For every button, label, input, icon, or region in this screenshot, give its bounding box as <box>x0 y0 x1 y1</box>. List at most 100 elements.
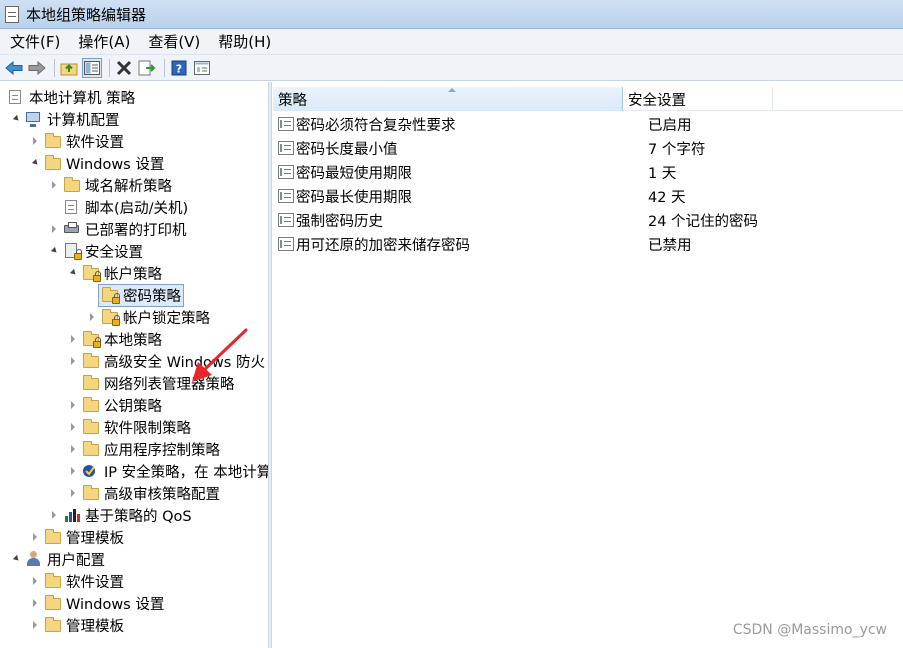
collapsed-arrow-icon[interactable] <box>67 443 79 455</box>
tree-item-software-settings[interactable]: 软件设置 <box>29 130 124 152</box>
selected-node[interactable]: 密码策略 <box>98 283 184 307</box>
pane-splitter[interactable] <box>268 82 272 648</box>
tree-item-user-windows-settings[interactable]: Windows 设置 <box>29 592 164 614</box>
collapsed-arrow-icon[interactable] <box>86 311 98 323</box>
tree-item-security-settings[interactable]: 安全设置 <box>48 240 143 262</box>
tree-item-account-lockout-policy[interactable]: 帐户锁定策略 <box>86 306 210 328</box>
tree-item-local-policies[interactable]: 本地策略 <box>67 328 162 350</box>
properties-button[interactable] <box>192 58 212 78</box>
console-tree[interactable]: 本地计算机 策略 计算机配置 软件设置 Windows 设置 域名解析策略 脚本… <box>0 82 268 648</box>
toolbar-separator <box>164 58 165 77</box>
collapsed-arrow-icon[interactable] <box>48 509 60 521</box>
tree-item-label: 管理模板 <box>66 618 124 635</box>
column-header-security-setting[interactable]: 安全设置 <box>623 87 773 111</box>
up-level-button[interactable] <box>59 58 79 78</box>
tree-item-label: 软件设置 <box>66 134 124 151</box>
help-button[interactable]: ? <box>169 58 189 78</box>
policy-list[interactable]: 策略 安全设置 密码必须符合复杂性要求 已启用 密码长度最小值 7 个字符 密码… <box>273 82 903 648</box>
list-row[interactable]: 密码最长使用期限 42 天 <box>273 184 686 208</box>
locked-folder-icon <box>82 265 101 282</box>
expanded-arrow-icon[interactable] <box>67 267 79 279</box>
list-row[interactable]: 密码长度最小值 7 个字符 <box>273 136 705 160</box>
security-settings-icon <box>63 243 82 260</box>
collapsed-arrow-icon[interactable] <box>67 355 79 367</box>
collapsed-arrow-icon[interactable] <box>29 619 41 631</box>
security-setting-value: 已禁用 <box>648 237 692 254</box>
toolbar-separator <box>109 58 110 77</box>
list-row[interactable]: 强制密码历史 24 个记住的密码 <box>273 208 758 232</box>
tree-item-label: Windows 设置 <box>66 596 165 613</box>
tree-item-name-resolution-policy[interactable]: 域名解析策略 <box>48 174 172 196</box>
export-list-button[interactable] <box>137 58 157 78</box>
tree-item-user-software-settings[interactable]: 软件设置 <box>29 570 124 592</box>
column-header-policy[interactable]: 策略 <box>273 87 623 111</box>
delete-button[interactable] <box>114 58 134 78</box>
collapsed-arrow-icon[interactable] <box>67 399 79 411</box>
collapsed-arrow-icon[interactable] <box>29 531 41 543</box>
tree-item-application-control[interactable]: 应用程序控制策略 <box>67 438 220 460</box>
folder-icon <box>44 155 62 171</box>
tree-item-software-restriction[interactable]: 软件限制策略 <box>67 416 191 438</box>
tree-item-label: 密码策略 <box>123 288 181 305</box>
properties-icon <box>194 60 210 75</box>
expanded-arrow-icon[interactable] <box>10 553 22 565</box>
expanded-arrow-icon[interactable] <box>48 245 60 257</box>
tree-item-password-policy[interactable]: 密码策略 <box>86 283 184 307</box>
tree-item-user-configuration[interactable]: 用户配置 <box>10 548 105 570</box>
tree-item-ip-security[interactable]: IP 安全策略，在 本地计算 <box>67 460 268 482</box>
collapsed-arrow-icon[interactable] <box>29 135 41 147</box>
collapsed-arrow-icon[interactable] <box>48 179 60 191</box>
window-title: 本地组策略编辑器 <box>26 5 147 24</box>
tree-item-scripts[interactable]: 脚本(启动/关机) <box>48 196 188 218</box>
tree-item-advanced-audit[interactable]: 高级审核策略配置 <box>67 482 220 504</box>
folder-icon <box>82 485 100 501</box>
tree-item-label: 软件限制策略 <box>104 420 191 437</box>
menu-action[interactable]: 操作(A) <box>68 31 138 52</box>
collapsed-arrow-icon[interactable] <box>29 597 41 609</box>
tree-item-deployed-printers[interactable]: 已部署的打印机 <box>48 218 187 240</box>
collapsed-arrow-icon[interactable] <box>67 421 79 433</box>
list-row[interactable]: 密码最短使用期限 1 天 <box>273 160 676 184</box>
tree-item-label: 用户配置 <box>47 552 105 569</box>
policy-name: 密码最短使用期限 <box>296 165 412 182</box>
list-row[interactable]: 用可还原的加密来储存密码 已禁用 <box>273 232 692 256</box>
forward-button[interactable] <box>27 58 47 78</box>
tree-item-public-key-policies[interactable]: 公钥策略 <box>67 394 162 416</box>
expanded-arrow-icon[interactable] <box>29 157 41 169</box>
collapsed-arrow-icon[interactable] <box>48 223 60 235</box>
menu-file[interactable]: 文件(F) <box>0 31 68 52</box>
svg-text:?: ? <box>176 62 182 75</box>
show-hide-tree-button[interactable] <box>82 57 102 78</box>
menu-help[interactable]: 帮助(H) <box>208 31 279 52</box>
collapsed-arrow-icon[interactable] <box>67 487 79 499</box>
tree-item-admin-templates[interactable]: 管理模板 <box>29 526 124 548</box>
tree-item-local-computer-policy[interactable]: 本地计算机 策略 <box>4 86 135 108</box>
menu-view[interactable]: 查看(V) <box>138 31 208 52</box>
tree-item-label: 基于策略的 QoS <box>85 508 192 525</box>
security-setting-value: 24 个记住的密码 <box>648 213 759 230</box>
policy-name: 强制密码历史 <box>296 213 383 230</box>
tree-item-label: 已部署的打印机 <box>85 222 187 239</box>
tree-item-network-list-manager[interactable]: 网络列表管理器策略 <box>67 372 235 394</box>
tree-item-computer-configuration[interactable]: 计算机配置 <box>10 108 120 130</box>
list-row[interactable]: 密码必须符合复杂性要求 已启用 <box>273 112 692 136</box>
folder-icon <box>82 397 100 413</box>
tree-item-windows-settings[interactable]: Windows 设置 <box>29 152 164 174</box>
up-folder-icon <box>60 63 78 75</box>
tree-item-label: 高级安全 Windows 防火 <box>104 354 265 371</box>
security-setting-value: 42 天 <box>648 189 686 206</box>
tree-item-account-policies[interactable]: 帐户策略 <box>67 262 162 284</box>
tree-item-qos[interactable]: 基于策略的 QoS <box>48 504 192 526</box>
collapsed-arrow-icon[interactable] <box>67 333 79 345</box>
collapsed-arrow-icon[interactable] <box>67 465 79 477</box>
policy-name: 用可还原的加密来储存密码 <box>296 237 470 254</box>
tree-item-label: 本地计算机 策略 <box>29 90 136 107</box>
tree-item-user-admin-templates[interactable]: 管理模板 <box>29 614 124 636</box>
expanded-arrow-icon[interactable] <box>10 113 22 125</box>
policy-setting-icon <box>278 189 294 203</box>
toolbar: ? <box>0 55 903 81</box>
back-button[interactable] <box>4 58 24 78</box>
tree-item-windows-firewall[interactable]: 高级安全 Windows 防火 <box>67 350 265 372</box>
tree-item-label: 公钥策略 <box>104 398 162 415</box>
collapsed-arrow-icon[interactable] <box>29 575 41 587</box>
